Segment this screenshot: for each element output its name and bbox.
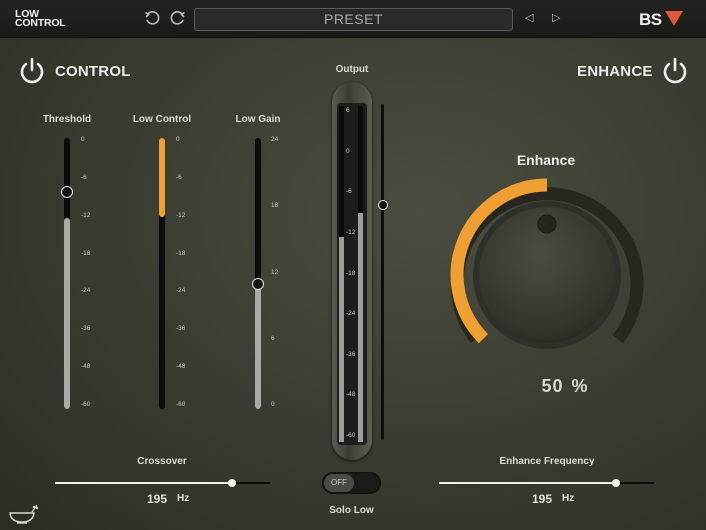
low-control-tick: -24: [176, 287, 186, 295]
output-tick: -12: [346, 228, 356, 236]
low-gain-tick: 24: [271, 136, 279, 143]
previous-preset-icon[interactable]: ◁: [525, 11, 533, 24]
low-gain-tick: 0: [271, 401, 275, 408]
crossover-slider[interactable]: [55, 482, 270, 484]
solo-low-toggle[interactable]: OFF: [322, 472, 381, 494]
low-control-tick: -18: [176, 249, 186, 257]
control-power-icon[interactable]: [17, 55, 47, 85]
brand-logo: BS: [639, 10, 683, 30]
logo-line-2: CONTROL: [15, 17, 66, 29]
threshold-fill: [64, 218, 70, 409]
threshold-fader[interactable]: [64, 138, 70, 409]
plugin-window: LOW CONTROL PRESET ◁ ▷ BS CONTROL Thresh…: [0, 0, 706, 530]
threshold-tick: -36: [81, 325, 91, 333]
enhance-frequency-thumb[interactable]: [612, 479, 620, 487]
threshold-tick: -6: [81, 173, 87, 181]
preset-selector[interactable]: PRESET: [194, 8, 513, 31]
low-gain-label: Low Gain: [235, 114, 281, 125]
solo-low-label: Solo Low: [329, 505, 374, 516]
output-tick: 6: [346, 107, 350, 114]
enhance-title: ENHANCE: [577, 63, 653, 80]
enhance-value-readout: 50%: [500, 376, 630, 397]
output-tick: -18: [346, 269, 356, 277]
low-control-meter: [159, 138, 165, 409]
output-meter-right-fill: [358, 213, 363, 442]
brand-text: BS: [639, 10, 662, 29]
low-control-tick: -12: [176, 211, 186, 219]
low-control-tick: 0: [176, 136, 180, 143]
output-tick: 0: [346, 147, 350, 155]
threshold-tick: -12: [81, 211, 91, 219]
control-title: CONTROL: [55, 63, 131, 80]
low-control-fill: [159, 138, 165, 217]
enhance-frequency-value: 195: [532, 492, 553, 506]
crossover-label: Crossover: [137, 456, 187, 467]
redo-icon[interactable]: [170, 10, 186, 26]
low-control-tick: -48: [176, 363, 186, 371]
enhance-knob-label: Enhance: [516, 152, 576, 168]
threshold-tick: -18: [81, 249, 91, 257]
low-gain-tick: 18: [271, 202, 279, 210]
next-preset-icon[interactable]: ▷: [552, 11, 560, 24]
header-bar: LOW CONTROL PRESET ◁ ▷ BS: [0, 0, 706, 38]
output-fader-thumb[interactable]: [378, 200, 388, 210]
bowl-icon[interactable]: [7, 502, 41, 526]
output-tick: -6: [346, 188, 352, 196]
undo-icon[interactable]: [144, 10, 160, 26]
output-tick: -48: [346, 391, 356, 399]
enhance-value: 50: [541, 376, 564, 396]
output-meter-left: [339, 106, 344, 442]
low-gain-tick: 12: [271, 268, 279, 276]
low-gain-tick: 6: [271, 334, 275, 342]
low-control-tick: -36: [176, 325, 186, 333]
crossover-slider-fill: [55, 482, 231, 484]
enhance-frequency-label: Enhance Frequency: [499, 456, 595, 467]
enhance-knob-indicator: [537, 214, 557, 234]
output-meter-right: [358, 106, 363, 442]
brand-triangle-icon: [665, 11, 683, 26]
crossover-unit: Hz: [177, 493, 190, 504]
output-meter-left-fill: [339, 237, 344, 442]
threshold-thumb[interactable]: [61, 186, 73, 198]
crossover-value: 195: [147, 492, 168, 506]
enhance-unit: %: [571, 376, 589, 396]
enhance-frequency-slider-fill: [439, 482, 616, 484]
threshold-tick: -48: [81, 363, 91, 371]
solo-low-state: OFF: [324, 474, 354, 492]
threshold-label: Threshold: [42, 114, 92, 125]
enhance-power-icon[interactable]: [660, 55, 690, 85]
output-label: Output: [335, 64, 369, 75]
threshold-tick: -24: [81, 287, 91, 295]
threshold-tick: 0: [81, 136, 85, 143]
output-tick: -36: [346, 350, 356, 358]
output-tick: -24: [346, 310, 356, 318]
product-logo: LOW CONTROL: [15, 9, 66, 29]
low-gain-fill: [255, 284, 261, 409]
enhance-frequency-unit: Hz: [562, 493, 575, 504]
crossover-thumb[interactable]: [228, 479, 236, 487]
low-control-tick: -6: [176, 173, 182, 181]
output-fader[interactable]: [381, 104, 384, 440]
enhance-knob[interactable]: [444, 172, 650, 378]
enhance-frequency-slider[interactable]: [439, 482, 654, 484]
low-control-tick: -60: [176, 401, 186, 408]
low-control-label: Low Control: [132, 114, 192, 125]
output-tick: -60: [346, 432, 356, 439]
low-gain-thumb[interactable]: [252, 278, 264, 290]
threshold-tick: -60: [81, 401, 91, 408]
low-gain-fader[interactable]: [255, 138, 261, 409]
